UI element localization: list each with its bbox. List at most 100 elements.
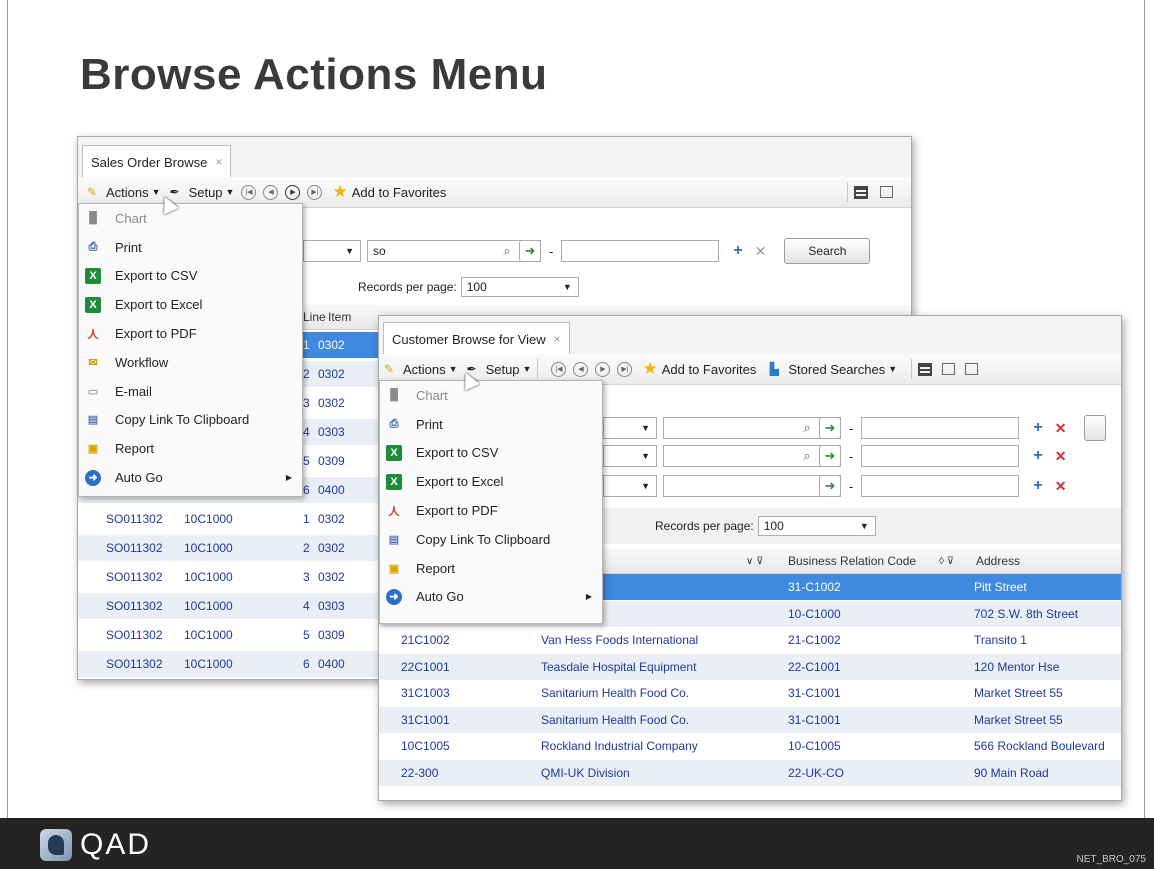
cell-line: 6 — [303, 483, 310, 497]
search-button[interactable]: Search — [784, 238, 871, 264]
close-tab-icon[interactable]: × — [215, 155, 222, 169]
magnifier-icon[interactable]: ⌕ — [797, 446, 817, 466]
menu-item-export-csv[interactable]: X Export to CSV — [380, 439, 602, 468]
menu-item-export-pdf[interactable]: 人 Export to PDF — [380, 496, 602, 525]
menu-item-export-pdf[interactable]: 人 Export to PDF — [79, 319, 302, 348]
detail-view-icon[interactable] — [942, 363, 956, 375]
last-page-icon[interactable]: ▶| — [617, 361, 633, 377]
first-page-icon[interactable]: |◀ — [551, 361, 567, 377]
sort-filter-icon[interactable]: ◊ ⊽ — [939, 556, 954, 567]
cell-address: Transito 1 — [974, 633, 1027, 647]
field-select[interactable]: ▼ — [603, 475, 657, 497]
menu-item-email[interactable]: ▭ E-mail — [79, 377, 302, 406]
next-page-icon[interactable]: ▶ — [595, 361, 611, 377]
card-view-icon[interactable] — [965, 363, 979, 375]
setup-label: Setup — [188, 184, 223, 200]
field-select[interactable]: ▼ — [303, 240, 361, 262]
qad-logo-mark-icon — [40, 829, 72, 861]
add-to-favorites-button[interactable]: ★ Add to Favorites — [332, 182, 446, 202]
stored-searches-button[interactable]: ▙ Stored Searches ▼ — [766, 361, 897, 377]
records-per-page-select[interactable]: 100 ▼ — [460, 277, 579, 297]
chevron-down-icon: ▼ — [641, 451, 650, 461]
cell-brc: 22-C1001 — [788, 659, 841, 674]
actions-menu-button[interactable]: ✎ Actions ▼ — [381, 361, 458, 377]
magnifier-icon[interactable]: ⌕ — [497, 241, 517, 261]
menu-item-chart[interactable]: ▐▌ Chart — [380, 381, 602, 410]
close-tab-icon[interactable]: × — [554, 332, 561, 346]
go-icon[interactable]: ➜ — [819, 475, 841, 497]
add-criteria-icon[interactable]: + — [1033, 477, 1042, 495]
cell-line: 5 — [303, 628, 310, 642]
menu-item-workflow[interactable]: ✉ Workflow — [79, 348, 302, 377]
menu-item-print[interactable]: ⎙ Print — [79, 233, 302, 262]
field-select[interactable]: ▼ — [603, 445, 657, 467]
go-icon[interactable]: ➜ — [519, 240, 541, 262]
table-row[interactable]: 22C1001 Teasdale Hospital Equipment 22-C10… — [379, 653, 1121, 680]
add-criteria-icon[interactable]: + — [1033, 419, 1042, 437]
clipboard-icon: ▤ — [388, 533, 400, 546]
from-value-input[interactable] — [663, 475, 841, 497]
cell-item: 0400 — [318, 657, 345, 671]
sort-indicator-icon[interactable]: ∨ ⊽ — [746, 556, 763, 567]
grid-view-icon[interactable] — [918, 362, 933, 376]
next-page-icon[interactable]: ▶ — [285, 184, 301, 200]
menu-item-export-excel[interactable]: X Export to Excel — [380, 467, 602, 496]
tab-sales-order-browse[interactable]: Sales Order Browse × — [82, 145, 232, 178]
go-icon[interactable]: ➜ — [819, 445, 841, 467]
add-criteria-icon[interactable]: + — [1033, 447, 1042, 465]
table-row[interactable]: 22-300 QMI-UK Division 22-UK-CO 90 Main Roa… — [379, 759, 1121, 786]
remove-criteria-icon[interactable]: ✕ — [1055, 478, 1067, 495]
cell-site: 10C1000 — [184, 599, 233, 613]
column-header-address[interactable]: Address — [976, 554, 1020, 568]
magnifier-icon[interactable]: ⌕ — [797, 418, 817, 438]
menu-item-auto-go[interactable]: ➜ Auto Go ▶ — [79, 463, 302, 492]
menu-item-copy-link[interactable]: ▤ Copy Link To Clipboard — [380, 525, 602, 554]
table-row[interactable]: 10C1005 Rockland Industrial Company 10-C10… — [379, 733, 1121, 759]
first-page-icon[interactable]: |◀ — [241, 184, 257, 200]
last-page-icon[interactable]: ▶| — [307, 184, 323, 200]
records-per-page-select[interactable]: 100 ▼ — [757, 516, 876, 536]
column-header-line[interactable]: Line — [303, 310, 326, 324]
grid-view-icon[interactable] — [854, 185, 868, 199]
menu-item-export-csv[interactable]: X Export to CSV — [79, 262, 302, 291]
menu-item-auto-go[interactable]: ➜ Auto Go ▶ — [380, 583, 602, 612]
remove-criteria-icon[interactable]: ✕ — [1055, 420, 1067, 437]
menu-item-chart[interactable]: ▐▌ Chart — [79, 204, 302, 233]
menu-item-report[interactable]: ▣ Report — [79, 434, 302, 463]
table-row[interactable]: 21C1002 Van Hess Foods International 21-C1… — [379, 627, 1121, 653]
table-row[interactable]: 31C1001 Sanitarium Health Food Co. 31-C100… — [379, 706, 1121, 733]
to-value-input[interactable] — [861, 445, 1020, 467]
add-criteria-icon[interactable]: + — [733, 242, 742, 260]
setup-menu-button[interactable]: ✒ Setup ▼ — [167, 184, 235, 200]
detail-view-icon[interactable] — [880, 186, 893, 198]
table-row[interactable]: 31C1003 Sanitarium Health Food Co. 31-C100… — [379, 680, 1121, 706]
favorites-label: Add to Favorites — [661, 361, 757, 377]
remove-criteria-icon[interactable]: ✕ — [755, 243, 767, 260]
to-value-input[interactable] — [561, 240, 720, 262]
previous-page-icon[interactable]: ◀ — [263, 184, 279, 200]
cell-address: Market Street 55 — [974, 686, 1063, 700]
tab-customer-browse[interactable]: Customer Browse for View × — [383, 322, 570, 355]
cell-code: 31C1003 — [401, 686, 450, 700]
remove-criteria-icon[interactable]: ✕ — [1055, 448, 1067, 465]
menu-item-print[interactable]: ⎙ Print — [380, 410, 602, 439]
search-button[interactable] — [1084, 415, 1107, 441]
toolbar-divider — [847, 182, 848, 202]
to-value-input[interactable] — [861, 417, 1020, 439]
actions-menu-button[interactable]: ✎ Actions ▼ — [84, 184, 161, 200]
menu-item-copy-link[interactable]: ▤ Copy Link To Clipboard — [79, 406, 302, 435]
cell-line: 4 — [303, 425, 310, 439]
menu-item-export-excel[interactable]: X Export to Excel — [79, 290, 302, 319]
pdf-icon: 人 — [87, 328, 99, 341]
previous-page-icon[interactable]: ◀ — [573, 361, 589, 377]
menu-item-report[interactable]: ▣ Report — [380, 554, 602, 583]
to-value-input[interactable] — [861, 475, 1020, 497]
go-icon[interactable]: ➜ — [819, 417, 841, 439]
column-header-business-relation-code[interactable]: Business Relation Code — [788, 554, 916, 568]
column-header-item[interactable]: Item — [328, 310, 351, 324]
field-select[interactable]: ▼ — [603, 417, 657, 439]
add-to-favorites-button[interactable]: ★ Add to Favorites — [642, 359, 756, 379]
actions-dropdown-menu: ▐▌ Chart ⎙ Print X Export to CSV X Export to… — [379, 380, 603, 624]
cell-code: 21C1002 — [401, 633, 450, 647]
menu-item-label: Auto Go — [115, 470, 163, 486]
